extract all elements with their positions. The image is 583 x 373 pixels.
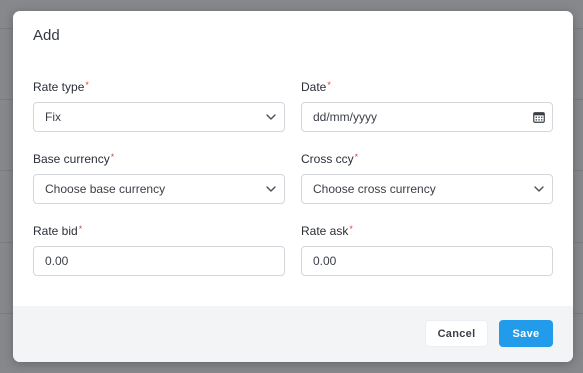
save-button[interactable]: Save	[499, 320, 553, 347]
cross-ccy-select[interactable]: Choose cross currency	[301, 174, 553, 204]
cancel-button[interactable]: Cancel	[425, 320, 488, 347]
required-marker: *	[110, 152, 115, 162]
dialog-footer: Cancel Save	[13, 306, 573, 362]
base-currency-label: Base currency*	[33, 152, 115, 166]
rate-bid-label: Rate bid*	[33, 224, 83, 238]
cross-ccy-value: Choose cross currency	[313, 182, 436, 196]
rate-type-label: Rate type*	[33, 80, 89, 94]
rate-ask-input[interactable]: 0.00	[301, 246, 553, 276]
chevron-down-icon	[258, 102, 284, 132]
chevron-down-icon	[526, 174, 552, 204]
required-marker: *	[327, 80, 331, 90]
rate-type-value: Fix	[45, 110, 61, 124]
dialog-title: Add	[33, 27, 60, 44]
base-currency-value: Choose base currency	[45, 182, 166, 196]
date-input[interactable]: dd/mm/yyyy	[301, 102, 553, 132]
calendar-icon[interactable]	[526, 102, 552, 132]
required-marker: *	[78, 224, 83, 234]
rate-ask-value: 0.00	[313, 254, 337, 268]
rate-type-select[interactable]: Fix	[33, 102, 285, 132]
required-marker: *	[85, 80, 89, 90]
chevron-down-icon	[258, 174, 284, 204]
base-currency-select[interactable]: Choose base currency	[33, 174, 285, 204]
required-marker: *	[354, 152, 359, 162]
date-placeholder: dd/mm/yyyy	[313, 110, 378, 124]
cross-ccy-label: Cross ccy*	[301, 152, 359, 166]
rate-ask-label: Rate ask*	[301, 224, 353, 238]
rate-bid-value: 0.00	[45, 254, 69, 268]
rate-bid-input[interactable]: 0.00	[33, 246, 285, 276]
date-label: Date*	[301, 80, 331, 94]
required-marker: *	[349, 224, 353, 234]
add-rate-dialog: Add Rate type* Fix Date* dd/mm/yyyy Base…	[13, 11, 573, 362]
